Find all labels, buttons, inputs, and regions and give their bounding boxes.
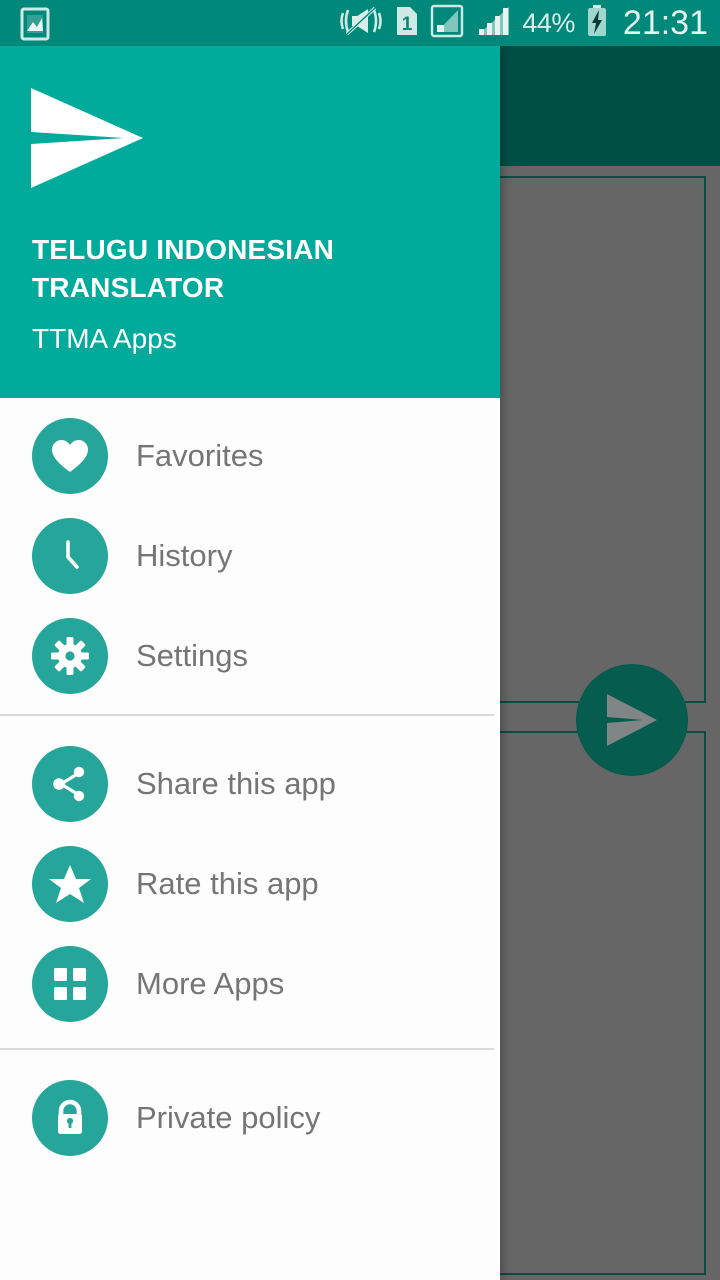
drawer-app-subtitle: TTMA Apps: [32, 323, 177, 354]
drawer-section-primary: Favorites History Settings: [0, 398, 500, 714]
signal-bars-icon: [474, 4, 512, 43]
status-icons-group: 1 44% 21:31: [338, 0, 708, 46]
menu-label-favorites: Favorites: [136, 438, 264, 473]
drawer-section-secondary: Share this app Rate this app More Apps: [0, 716, 500, 1048]
phone-screen: DONESIAN: [0, 0, 720, 1280]
lock-icon: [32, 1080, 108, 1156]
menu-item-history[interactable]: History: [0, 506, 500, 606]
menu-label-rate-app: Rate this app: [136, 866, 319, 901]
drawer-header: TELUGU INDONESIAN TRANSLATOR TTMA Apps: [0, 46, 500, 398]
battery-percent-label: 44%: [522, 7, 575, 38]
menu-item-favorites[interactable]: Favorites: [0, 406, 500, 506]
share-icon: [32, 746, 108, 822]
menu-item-rate-app[interactable]: Rate this app: [0, 834, 500, 934]
sim-1-icon: 1: [394, 4, 420, 43]
vibrate-off-icon: [338, 4, 384, 43]
menu-label-share-app: Share this app: [136, 766, 336, 801]
grid-apps-icon: [32, 946, 108, 1022]
screenshot-image-icon: [18, 7, 52, 46]
menu-label-settings: Settings: [136, 638, 249, 673]
svg-text:1: 1: [402, 14, 413, 35]
signal-boxed-icon: [430, 4, 464, 43]
status-bar: 1 44% 21:31: [0, 0, 720, 46]
menu-item-settings[interactable]: Settings: [0, 606, 500, 706]
drawer-section-legal: Private policy: [0, 1050, 500, 1168]
menu-item-share-app[interactable]: Share this app: [0, 734, 500, 834]
menu-label-history: History: [136, 538, 233, 573]
paper-plane-send-icon: [26, 78, 148, 203]
menu-item-private-policy[interactable]: Private policy: [0, 1068, 500, 1168]
battery-charging-icon: [585, 4, 609, 43]
menu-label-more-apps: More Apps: [136, 966, 285, 1001]
heart-icon: [32, 418, 108, 494]
menu-item-more-apps[interactable]: More Apps: [0, 934, 500, 1034]
navigation-drawer: TELUGU INDONESIAN TRANSLATOR TTMA Apps F…: [0, 46, 500, 1280]
star-icon: [32, 846, 108, 922]
drawer-app-title: TELUGU INDONESIAN TRANSLATOR: [32, 234, 335, 303]
clock-icon: [32, 518, 108, 594]
status-bar-clock: 21:31: [622, 3, 708, 42]
gear-icon: [32, 618, 108, 694]
menu-label-private-policy: Private policy: [136, 1100, 321, 1135]
